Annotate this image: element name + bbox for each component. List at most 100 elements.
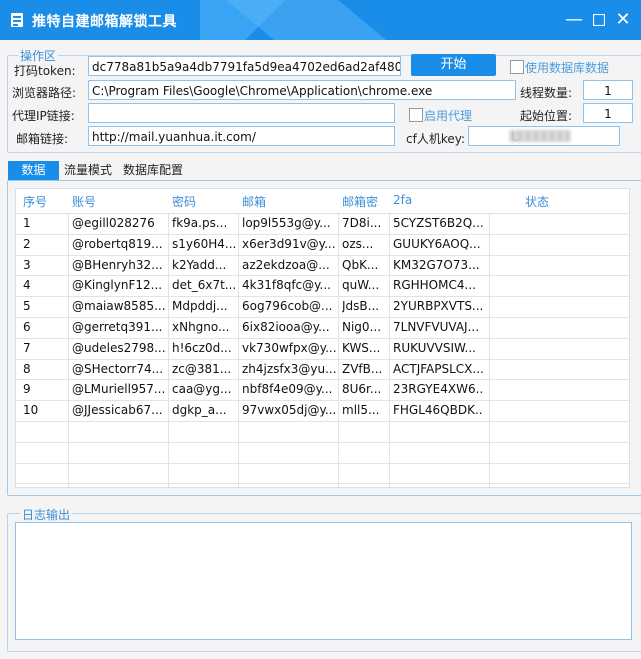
table-cell: 1 [23,216,31,230]
log-group-title: 日志输出 [20,506,73,523]
log-output[interactable] [15,522,632,640]
window-title: 推特自建邮箱解锁工具 [32,14,177,30]
table-row[interactable]: 4 @KinglynF12... det_6x7t... 4k31f8qfc@y...… [16,275,629,296]
table-cell: @maiaw8585... [72,299,166,314]
table-cell: s1y60H4... [172,236,237,251]
table-cell: 7D8i... [342,216,382,230]
table-cell: @robertq819... [72,236,163,251]
table-cell: dgkp_a... [172,403,227,418]
table-cell: Mdpddj... [172,299,228,314]
column-header[interactable]: 邮箱 [242,193,266,210]
table-cell: lop9l553g@y... [242,216,331,230]
column-header[interactable]: 账号 [72,193,96,210]
table-cell: @KinglynF12... [72,278,163,293]
table-cell: 8 [23,361,31,376]
enable-proxy-label: 启用代理 [424,109,473,123]
table-cell: k2Yadd... [172,257,227,272]
minimize-icon[interactable]: — [562,8,586,32]
table-row[interactable]: 10 @JJessicab67... dgkp_a... 97vwx05dj@y...… [16,400,629,421]
table-cell: h!6cz0d... [172,340,232,355]
table-cell: 23RGYE4XW6... [393,382,483,397]
table-cell: RUKUVVSIW... [393,340,476,355]
table-cell: 6 [23,320,31,334]
token-input[interactable]: dc778a81b5a9a4db7791fa5d9ea4702ed6ad2af4… [88,56,401,76]
tab-traffic-mode[interactable]: 流量模式 [60,161,116,180]
grid-row-line [16,483,629,485]
enable-proxy-checkbox[interactable] [409,108,423,122]
app-icon [11,13,23,27]
table-cell: zc@381... [172,361,232,376]
table-row[interactable]: 5 @maiaw8585... Mdpddj... 6og796cob@... JdsB… [16,296,629,317]
table-cell: KWS... [342,340,381,355]
threads-input[interactable]: 1 [583,80,633,100]
column-header[interactable]: 2fa [393,193,412,207]
table-cell: @SHectorr74... [72,361,164,376]
start-button[interactable]: 开始 [411,54,496,76]
mail-link-input[interactable]: http://mail.yuanhua.it.com/ [88,126,395,146]
table-cell: @LMuriell957... [72,382,166,397]
table-cell: det_6x7t... [172,278,237,293]
table-cell: 8U6r... [342,382,382,397]
table-cell: RGHHOMC4... [393,278,476,293]
table-cell: GUUKY6AOQ... [393,236,481,251]
column-header[interactable]: 密码 [172,193,196,210]
tab-db-config[interactable]: 数据库配置 [118,161,188,180]
table-cell: 5CYZST6B2Q... [393,216,483,230]
proxy-input[interactable] [88,103,395,123]
table-cell: 97vwx05dj@y... [242,403,337,418]
table-cell: 4k31f8qfc@y... [242,278,331,293]
table-cell: 6ix82iooa@y... [242,320,330,334]
table-cell: 5 [23,299,31,314]
use-db-checkbox[interactable] [510,60,524,74]
use-db-label: 使用数据库数据 [525,61,610,75]
table-cell: nbf8f4e09@y... [242,382,333,397]
table-cell: @udeles2798... [72,340,166,355]
table-row[interactable]: 3 @BHenryh32... k2Yadd... az2ekdzoa@... QbK.… [16,255,629,276]
table-cell: KM32G7O73... [393,257,480,272]
table-cell: 2YURBPXVTS... [393,299,483,314]
table-cell: FHGL46QBDK... [393,403,483,418]
table-cell: zh4jzsfx3@yu... [242,361,337,376]
proxy-label: 代理IP链接: [12,109,75,123]
table-row[interactable]: 2 @robertq819... s1y60H4... x6er3d91v@y... o… [16,234,629,255]
cf-key-label: cf人机key: [406,132,465,146]
table-cell: 4 [23,278,31,293]
title-bar: 推特自建邮箱解锁工具 — ✕ [0,0,641,40]
table-cell: 10 [23,403,39,418]
table-cell: @BHenryh32... [72,257,163,272]
table-cell: 6og796cob@... [242,299,333,314]
column-header[interactable]: 序号 [23,193,47,210]
grid-row-line [16,421,629,422]
table-cell: JdsB... [342,299,380,314]
table-row[interactable]: 7 @udeles2798... h!6cz0d... vk730wfpx@y... K… [16,338,629,359]
table-cell: xNhgno... [172,320,230,334]
table-cell: 2 [23,236,31,251]
column-header[interactable]: 状态 [525,193,549,210]
table-cell: caa@yg... [172,382,232,397]
table-cell: quW... [342,278,380,293]
table-cell: Nig0... [342,320,382,334]
browser-path-input[interactable]: C:\Program Files\Google\Chrome\Applicati… [88,80,516,100]
tab-data[interactable]: 数据 [8,161,59,180]
table-row[interactable]: 6 @gerretq391... xNhgno... 6ix82iooa@y... Ni… [16,317,629,338]
table-row[interactable]: 1 @egill028276 fk9a.ps... lop9l553g@y... 7D8… [16,213,629,234]
table-cell: 7 [23,340,31,355]
threads-label: 线程数量: [520,86,573,100]
table-cell: 7LNVFVUVAJ... [393,320,480,334]
table-cell: @gerretq391... [72,320,163,334]
column-header[interactable]: 邮箱密 [342,193,378,210]
table-row[interactable]: 9 @LMuriell957... caa@yg... nbf8f4e09@y... 8… [16,379,629,400]
maximize-icon[interactable] [587,8,611,32]
mail-link-label: 邮箱链接: [16,132,69,146]
table-cell: az2ekdzoa@... [242,257,330,272]
table-cell: 3 [23,257,31,272]
table-cell: @egill028276 [72,216,155,230]
redacted-blur [510,130,570,142]
start-position-label: 起始位置: [520,109,573,123]
start-position-input[interactable]: 1 [583,103,633,123]
table-row[interactable]: 8 @SHectorr74... zc@381... zh4jzsfx3@yu... Z… [16,359,629,380]
table-cell: vk730wfpx@y... [242,340,337,355]
table-cell: x6er3d91v@y... [242,236,336,251]
table-cell: QbK... [342,257,379,272]
close-icon[interactable]: ✕ [611,8,635,32]
